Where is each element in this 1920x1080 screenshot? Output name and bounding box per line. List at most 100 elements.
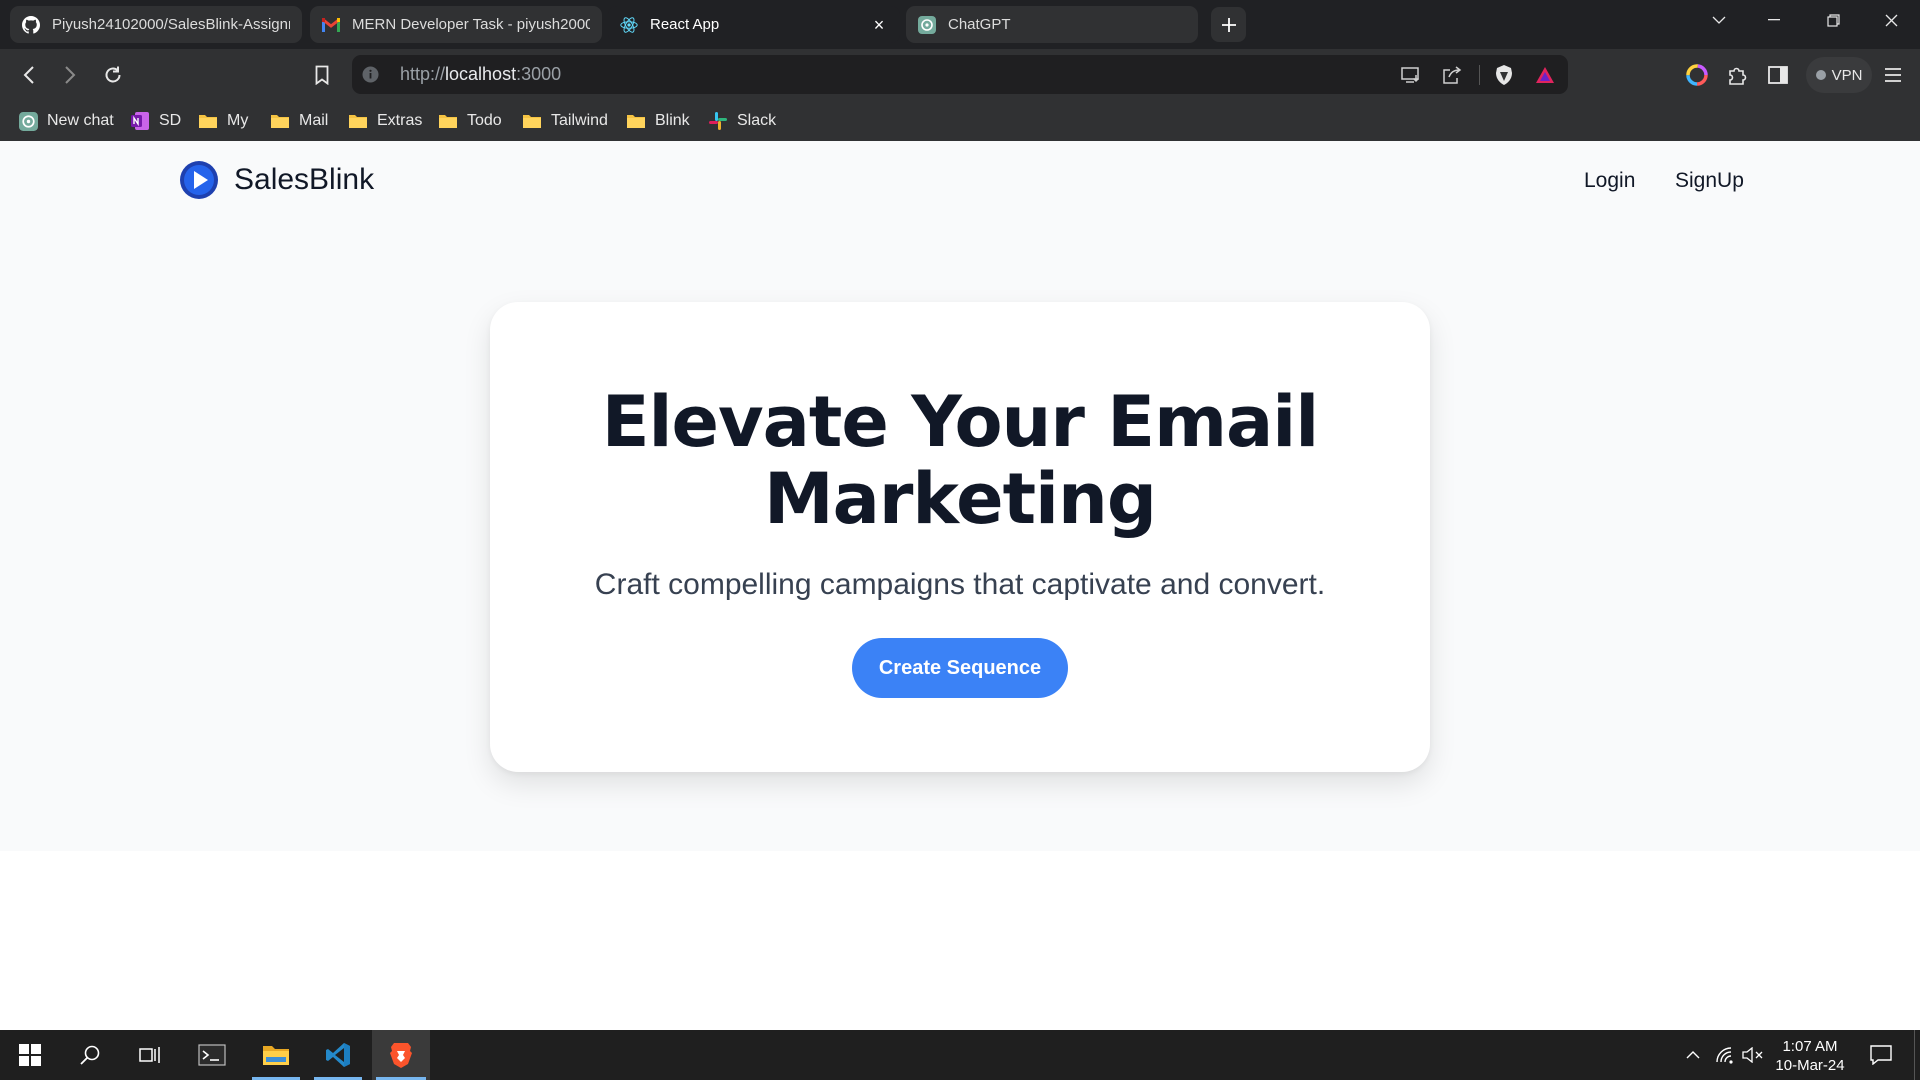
terminal-icon xyxy=(198,1044,226,1066)
folder-icon xyxy=(270,111,290,131)
folder-icon xyxy=(626,111,646,131)
site-info-icon[interactable] xyxy=(362,66,379,83)
tab-github[interactable]: Piyush24102000/SalesBlink-Assignm xyxy=(10,6,302,43)
github-icon xyxy=(22,15,40,34)
url-host: localhost xyxy=(445,64,517,84)
install-app-icon[interactable] xyxy=(1400,64,1422,86)
bookmark-folder-mail[interactable]: Mail xyxy=(270,107,328,135)
brand-name: SalesBlink xyxy=(234,163,375,196)
clock-date: 10-Mar-24 xyxy=(1775,1057,1845,1074)
network-icon xyxy=(1716,1047,1733,1064)
tab-title: Piyush24102000/SalesBlink-Assignm xyxy=(52,16,290,33)
slack-icon xyxy=(708,111,728,131)
close-icon xyxy=(1885,14,1897,26)
search-button[interactable] xyxy=(62,1030,118,1080)
page-blank-area xyxy=(0,851,1920,1030)
bookmark-label: SD xyxy=(159,112,182,129)
tab-gmail[interactable]: MERN Developer Task - piyush2000 xyxy=(310,6,602,43)
extension-color-button[interactable] xyxy=(1681,59,1713,91)
file-explorer-icon xyxy=(263,1046,289,1065)
tab-chatgpt[interactable]: ChatGPT xyxy=(906,6,1198,43)
color-wheel-icon xyxy=(1686,64,1708,86)
terminal-app[interactable] xyxy=(184,1030,240,1080)
brave-rewards-icon[interactable] xyxy=(1534,64,1556,86)
sidebar-toggle-button[interactable] xyxy=(1762,59,1794,91)
new-tab-button[interactable] xyxy=(1211,7,1246,42)
reload-button[interactable] xyxy=(97,59,129,91)
task-view-icon xyxy=(139,1047,160,1063)
file-explorer-app[interactable] xyxy=(248,1030,304,1080)
restore-button[interactable] xyxy=(1808,0,1858,40)
reload-icon xyxy=(105,66,121,83)
hero-card: Elevate Your Email Marketing Craft compe… xyxy=(490,302,1430,772)
bookmark-button[interactable] xyxy=(306,59,338,91)
tab-title: React App xyxy=(650,16,720,33)
clock-time: 1:07 AM xyxy=(1782,1038,1838,1055)
share-icon[interactable] xyxy=(1441,64,1463,86)
bookmarks-bar: New chat SD My Mail Extras Todo Tailwind… xyxy=(0,101,1920,141)
chevron-down-icon xyxy=(1712,16,1726,24)
gmail-icon xyxy=(322,16,340,34)
play-logo-icon xyxy=(180,161,218,199)
bookmark-new-chat[interactable]: New chat xyxy=(18,107,114,135)
signup-link[interactable]: SignUp xyxy=(1675,169,1744,193)
close-window-button[interactable] xyxy=(1866,0,1916,40)
bookmark-icon xyxy=(315,65,329,85)
vscode-app[interactable] xyxy=(310,1030,366,1080)
vpn-status-icon xyxy=(1815,70,1826,80)
address-bar[interactable]: http://localhost:3000 xyxy=(352,55,1568,94)
vpn-label: VPN xyxy=(1831,66,1863,84)
hamburger-menu-icon xyxy=(1885,68,1901,82)
extensions-button[interactable] xyxy=(1721,59,1753,91)
forward-button[interactable] xyxy=(54,59,86,91)
app-page: SalesBlink Login SignUp Elevate Your Ema… xyxy=(0,141,1920,851)
bookmark-folder-blink[interactable]: Blink xyxy=(626,107,690,135)
bookmark-folder-tailwind[interactable]: Tailwind xyxy=(522,107,608,135)
bookmark-folder-my[interactable]: My xyxy=(198,107,248,135)
tab-react-app[interactable]: React App × xyxy=(608,6,900,43)
bookmark-slack[interactable]: Slack xyxy=(708,107,776,135)
back-button[interactable] xyxy=(13,59,45,91)
brave-browser-app[interactable] xyxy=(372,1030,430,1080)
tab-search-button[interactable] xyxy=(1694,0,1744,40)
start-button[interactable] xyxy=(2,1030,58,1080)
windows-taskbar: 1:07 AM 10-Mar-24 xyxy=(0,1030,1920,1080)
bookmark-folder-extras[interactable]: Extras xyxy=(348,107,422,135)
react-icon xyxy=(620,16,638,34)
address-text: http://localhost:3000 xyxy=(400,55,561,94)
show-hidden-icons-button[interactable] xyxy=(1681,1030,1705,1080)
hero-title-line: Marketing xyxy=(764,458,1157,540)
brave-icon xyxy=(390,1043,412,1068)
close-tab-icon[interactable]: × xyxy=(870,16,888,34)
plus-icon xyxy=(1221,17,1236,32)
minimize-button[interactable] xyxy=(1749,0,1799,40)
show-desktop-button[interactable] xyxy=(1914,1030,1920,1080)
hero-title: Elevate Your Email Marketing xyxy=(490,384,1430,538)
browser-toolbar: http://localhost:3000 VPN xyxy=(0,49,1920,101)
chatgpt-icon xyxy=(918,15,936,34)
bookmark-label: Slack xyxy=(737,112,777,129)
onenote-icon xyxy=(130,111,150,131)
vscode-icon xyxy=(326,1043,350,1067)
bookmark-folder-todo[interactable]: Todo xyxy=(438,107,502,135)
login-link[interactable]: Login xyxy=(1584,169,1635,193)
task-view-button[interactable] xyxy=(122,1030,178,1080)
menu-button[interactable] xyxy=(1877,59,1909,91)
notifications-button[interactable] xyxy=(1866,1030,1896,1080)
windows-start-icon xyxy=(19,1044,41,1066)
bookmark-sd[interactable]: SD xyxy=(130,107,181,135)
arrow-right-icon xyxy=(65,66,76,84)
brave-shields-icon[interactable] xyxy=(1493,64,1515,86)
notification-center-icon xyxy=(1870,1045,1892,1065)
sidebar-icon xyxy=(1768,66,1788,84)
hero-subtitle: Craft compelling campaigns that captivat… xyxy=(594,568,1326,601)
create-sequence-button[interactable]: Create Sequence xyxy=(852,638,1068,698)
url-scheme: http:// xyxy=(400,64,446,84)
network-button[interactable] xyxy=(1712,1030,1738,1080)
tab-title: MERN Developer Task - piyush2000 xyxy=(352,16,590,33)
brand-logo[interactable]: SalesBlink xyxy=(179,160,374,200)
system-clock[interactable]: 1:07 AM 10-Mar-24 xyxy=(1760,1037,1860,1075)
vpn-button[interactable]: VPN xyxy=(1806,57,1872,93)
folder-icon xyxy=(522,111,542,131)
bookmark-label: Extras xyxy=(377,112,423,129)
